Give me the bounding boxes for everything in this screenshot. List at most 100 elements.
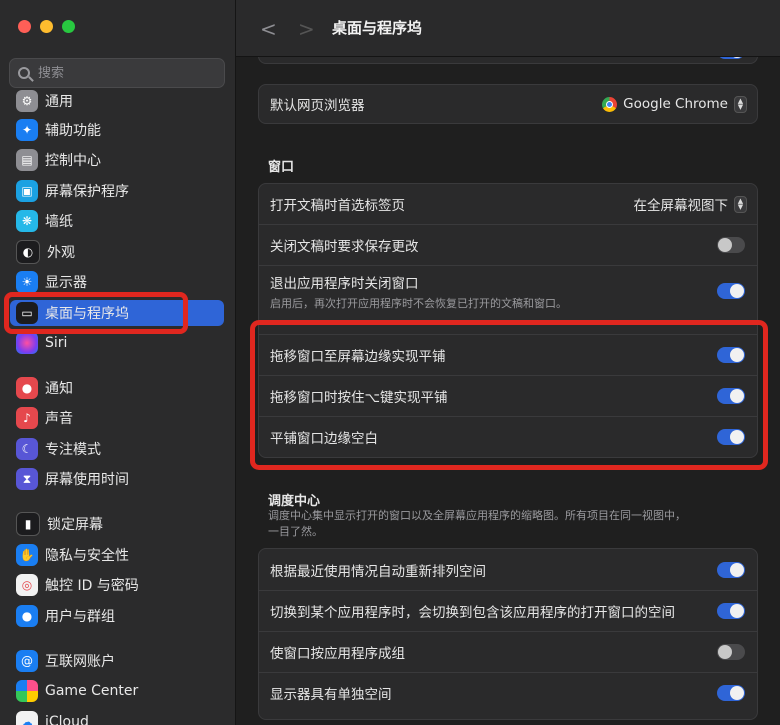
sidebar-item-notifications[interactable]: ● 通知 <box>10 375 224 401</box>
group-by-app-toggle[interactable] <box>717 644 745 660</box>
default-browser-label: 默认网页浏览器 <box>270 98 365 114</box>
search-icon <box>18 67 30 79</box>
separate-spaces-label: 显示器具有单独空间 <box>270 687 392 703</box>
close-windows-row: 退出应用程序时关闭窗口 启用后，再次打开应用程序时不会恢复已打开的文稿和窗口。 <box>259 265 757 317</box>
popup-stepper-icon: ▲ ▼ <box>734 195 747 213</box>
accessibility-icon: ✦ <box>16 119 38 141</box>
sound-icon: ♪ <box>16 407 38 429</box>
browser-group: 默认网页浏览器 Google Chrome ▲ ▼ <box>258 84 758 124</box>
wallpaper-icon: ❋ <box>16 210 38 232</box>
rearrange-spaces-row: 根据最近使用情况自动重新排列空间 <box>259 549 757 590</box>
sidebar-item-label: 通用 <box>45 94 73 110</box>
prefer-tabs-label: 打开文稿时首选标签页 <box>270 198 405 214</box>
touch-id-icon: ◎ <box>16 574 38 596</box>
zoom-window-button[interactable] <box>62 20 75 33</box>
annotation-highlight-sidebar <box>4 292 188 334</box>
close-windows-text: 退出应用程序时关闭窗口 启用后，再次打开应用程序时不会恢复已打开的文稿和窗口。 <box>270 272 567 311</box>
rearrange-spaces-toggle[interactable] <box>717 562 745 578</box>
sidebar-item-touch-id[interactable]: ◎ 触控 ID 与密码 <box>10 572 224 598</box>
sidebar-item-label: 屏幕保护程序 <box>45 184 129 200</box>
sidebar-item-label: 互联网账户 <box>45 654 115 670</box>
sidebar-item-screensaver[interactable]: ▣ 屏幕保护程序 <box>10 178 224 204</box>
control-center-icon: ▤ <box>16 149 38 171</box>
sidebar-item-sound[interactable]: ♪ 声音 <box>10 405 224 431</box>
ask-keep-changes-toggle[interactable] <box>717 237 745 253</box>
search-input[interactable] <box>36 64 200 82</box>
sidebar-item-users[interactable]: ● 用户与群组 <box>10 603 224 629</box>
sidebar-item-label: 锁定屏幕 <box>47 517 103 533</box>
focus-icon: ☾ <box>16 438 38 460</box>
sidebar-item-label: 显示器 <box>45 275 87 291</box>
default-browser-value: Google Chrome <box>623 96 728 112</box>
screen-time-icon: ⧗ <box>16 468 38 490</box>
sidebar-item-label: 墙纸 <box>45 214 73 230</box>
display-icon: ☀ <box>16 271 38 293</box>
sidebar-item-appearance[interactable]: ◐ 外观 <box>10 239 224 265</box>
sidebar-item-internet-accounts[interactable]: @ 互联网账户 <box>10 648 224 674</box>
search-field[interactable] <box>9 58 225 88</box>
windows-heading: 窗口 <box>268 160 295 175</box>
sidebar-item-icloud[interactable]: ☁ iCloud <box>10 709 224 725</box>
sidebar-item-label: 外观 <box>47 245 75 261</box>
sidebar-item-label: 声音 <box>45 411 73 427</box>
mission-control-group: 根据最近使用情况自动重新排列空间 切换到某个应用程序时，会切换到包含该应用程序的… <box>258 548 758 720</box>
prefer-tabs-row: 打开文稿时首选标签页 在全屏幕视图下 ▲ ▼ <box>259 184 757 224</box>
users-icon: ● <box>16 605 38 627</box>
toolbar: < > 桌面与程序坞 <box>236 0 780 57</box>
group-by-app-row: 使窗口按应用程序成组 <box>259 631 757 672</box>
close-windows-toggle[interactable] <box>717 283 745 299</box>
separate-spaces-row: 显示器具有单独空间 <box>259 672 757 713</box>
window-controls <box>18 20 75 33</box>
switch-space-toggle[interactable] <box>717 603 745 619</box>
sidebar-item-label: 隐私与安全性 <box>45 548 129 564</box>
minimize-window-button[interactable] <box>40 20 53 33</box>
close-windows-label: 退出应用程序时关闭窗口 <box>270 276 419 292</box>
sidebar-item-label: 辅助功能 <box>45 123 101 139</box>
sidebar-item-label: Siri <box>45 335 68 351</box>
game-center-icon <box>16 680 38 702</box>
sidebar-item-label: 通知 <box>45 381 73 397</box>
settings-window: ⚙通用 ✦辅助功能 ▤控制中心 ▣屏幕保护程序 ❋墙纸 ◐外观 ☀显示器 ▭桌面… <box>0 0 780 725</box>
main-pane: < > 桌面与程序坞 默认网页浏览器 Google Chrome ▲ ▼ 窗口 打… <box>236 0 780 725</box>
prefer-tabs-popup[interactable]: 在全屏幕视图下 ▲ ▼ <box>633 194 747 214</box>
sidebar: ⚙通用 ✦辅助功能 ▤控制中心 ▣屏幕保护程序 ❋墙纸 ◐外观 ☀显示器 ▭桌面… <box>0 0 236 725</box>
siri-icon <box>16 332 38 354</box>
annotation-highlight-tiling <box>250 320 768 470</box>
sidebar-item-label: 专注模式 <box>45 442 101 458</box>
prefer-tabs-value: 在全屏幕视图下 <box>633 198 729 214</box>
close-window-button[interactable] <box>18 20 31 33</box>
switch-space-row: 切换到某个应用程序时，会切换到包含该应用程序的打开窗口的空间 <box>259 590 757 631</box>
group-by-app-label: 使窗口按应用程序成组 <box>270 646 405 662</box>
notifications-icon: ● <box>16 377 38 399</box>
privacy-hand-icon: ✋ <box>16 544 38 566</box>
appearance-icon: ◐ <box>16 240 40 264</box>
switch-space-label: 切换到某个应用程序时，会切换到包含该应用程序的打开窗口的空间 <box>270 605 675 621</box>
default-browser-row: 默认网页浏览器 Google Chrome ▲ ▼ <box>259 85 757 123</box>
sidebar-item-game-center[interactable]: Game Center <box>10 678 224 704</box>
sidebar-item-privacy[interactable]: ✋ 隐私与安全性 <box>10 542 224 568</box>
ask-keep-changes-row: 关闭文稿时要求保存更改 <box>259 224 757 265</box>
sidebar-item-accessibility[interactable]: ✦ 辅助功能 <box>10 117 224 143</box>
chrome-icon <box>602 96 618 112</box>
sidebar-item-label: iCloud <box>45 714 89 725</box>
sidebar-item-lock-screen[interactable]: ▮ 锁定屏幕 <box>10 511 224 537</box>
forward-chevron-icon[interactable]: > <box>298 17 315 41</box>
sidebar-item-focus[interactable]: ☾ 专注模式 <box>10 436 224 462</box>
sidebar-item-label: Game Center <box>45 683 139 699</box>
ask-keep-changes-label: 关闭文稿时要求保存更改 <box>270 239 419 255</box>
gear-icon: ⚙ <box>16 90 38 112</box>
sidebar-item-label: 控制中心 <box>45 153 101 169</box>
mission-control-desc: 调度中心集中显示打开的窗口以及全屏幕应用程序的缩略图。所有项目在同一视图中，一目… <box>268 509 686 538</box>
back-chevron-icon[interactable]: < <box>260 17 277 41</box>
sidebar-item-screen-time[interactable]: ⧗ 屏幕使用时间 <box>10 466 224 492</box>
sidebar-item-general[interactable]: ⚙ 通用 <box>10 88 224 114</box>
close-windows-sub: 启用后，再次打开应用程序时不会恢复已打开的文稿和窗口。 <box>270 297 567 310</box>
sidebar-item-label: 触控 ID 与密码 <box>45 578 139 594</box>
sidebar-item-wallpaper[interactable]: ❋ 墙纸 <box>10 208 224 234</box>
mission-control-heading: 调度中心 <box>268 494 321 509</box>
internet-accounts-icon: @ <box>16 650 38 672</box>
default-browser-popup[interactable]: Google Chrome ▲ ▼ <box>602 95 747 113</box>
sidebar-item-control-center[interactable]: ▤ 控制中心 <box>10 147 224 173</box>
popup-stepper-icon: ▲ ▼ <box>734 95 747 113</box>
separate-spaces-toggle[interactable] <box>717 685 745 701</box>
